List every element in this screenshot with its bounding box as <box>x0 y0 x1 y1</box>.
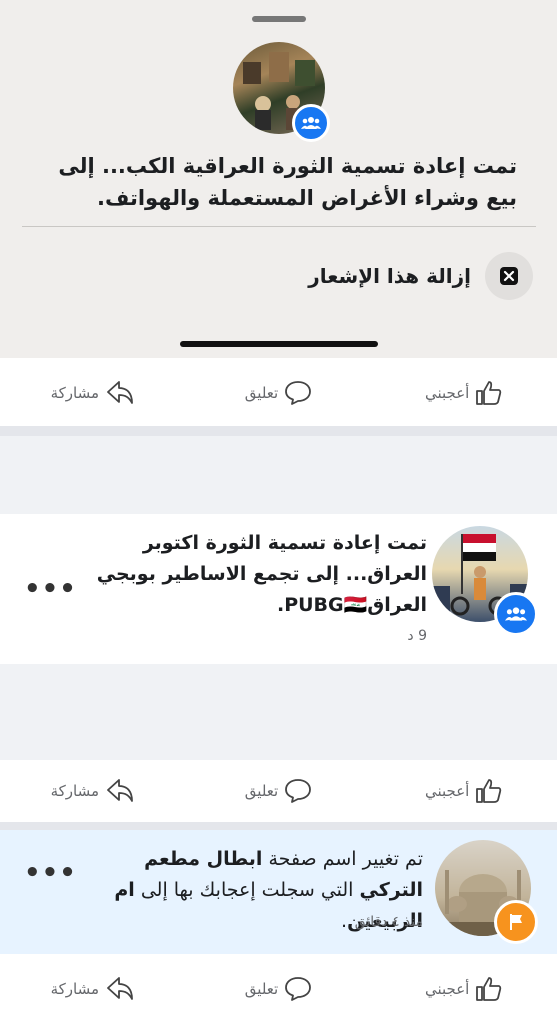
page-flag-badge <box>494 900 538 944</box>
comment-label: تعليق <box>244 384 279 402</box>
notification-options-sheet: تمت إعادة تسمية الثورة العراقية الكب... … <box>0 0 557 358</box>
notification-time: منذ ٤ دقائق <box>354 914 423 930</box>
section-separator <box>0 426 557 436</box>
thumbs-up-icon <box>476 779 502 803</box>
sheet-notification-text: تمت إعادة تسمية الثورة العراقية الكب... … <box>58 154 517 210</box>
share-label: مشاركة <box>50 980 100 998</box>
sheet-divider <box>22 226 536 227</box>
like-label: أعجبني <box>424 782 470 800</box>
share-icon <box>107 381 133 404</box>
share-icon <box>107 977 133 1000</box>
text-mid: التي سجلت إعجابك بها إلى <box>134 879 360 901</box>
notification-text: تمت إعادة تسمية الثورة اكتوبر العراق... … <box>96 532 427 616</box>
like-button[interactable]: أعجبني <box>371 778 557 804</box>
close-icon <box>485 252 533 300</box>
text-prefix: تم تغيير اسم صفحة <box>262 848 423 870</box>
action-bar: أعجبني تعليق مشاركة <box>0 958 557 1020</box>
share-icon <box>107 779 133 802</box>
thumbs-up-icon <box>476 977 502 1001</box>
notification-time: 9 د <box>407 628 427 644</box>
section-separator <box>0 822 557 830</box>
share-button[interactable]: مشاركة <box>0 976 186 1002</box>
share-label: مشاركة <box>50 782 100 800</box>
like-label: أعجبني <box>424 980 470 998</box>
like-label: أعجبني <box>424 384 470 402</box>
notification-item[interactable]: تمت إعادة تسمية الثورة اكتوبر العراق... … <box>0 514 557 664</box>
comment-label: تعليق <box>244 980 279 998</box>
share-label: مشاركة <box>50 384 100 402</box>
comment-label: تعليق <box>244 782 279 800</box>
like-button[interactable]: أعجبني <box>371 380 557 406</box>
notification-item-unread[interactable]: تم تغيير اسم صفحة ابطال مطعم التركي التي… <box>0 830 557 954</box>
like-button[interactable]: أعجبني <box>371 976 557 1002</box>
empty-space <box>0 436 557 514</box>
more-options-icon[interactable]: ••• <box>24 574 77 604</box>
comment-button[interactable]: تعليق <box>186 380 372 406</box>
more-options-icon[interactable]: ••• <box>24 858 77 888</box>
action-bar: أعجبني تعليق مشاركة <box>0 362 557 424</box>
comment-button[interactable]: تعليق <box>186 976 372 1002</box>
sheet-grabber[interactable] <box>252 16 306 22</box>
comment-icon <box>285 381 312 405</box>
comment-button[interactable]: تعليق <box>186 778 372 804</box>
comment-icon <box>285 977 312 1001</box>
empty-space <box>0 664 557 760</box>
share-button[interactable]: مشاركة <box>0 778 186 804</box>
thumbs-up-icon <box>476 381 502 405</box>
group-icon <box>292 104 330 142</box>
action-bar: أعجبني تعليق مشاركة <box>0 760 557 822</box>
flag-icon <box>510 914 522 930</box>
remove-notification-label: إزالة هذا الإشعار <box>308 264 471 288</box>
home-indicator <box>180 341 378 347</box>
group-icon <box>494 592 538 636</box>
share-button[interactable]: مشاركة <box>0 380 186 406</box>
comment-icon <box>285 779 312 803</box>
remove-notification-option[interactable]: إزالة هذا الإشعار <box>308 252 533 300</box>
